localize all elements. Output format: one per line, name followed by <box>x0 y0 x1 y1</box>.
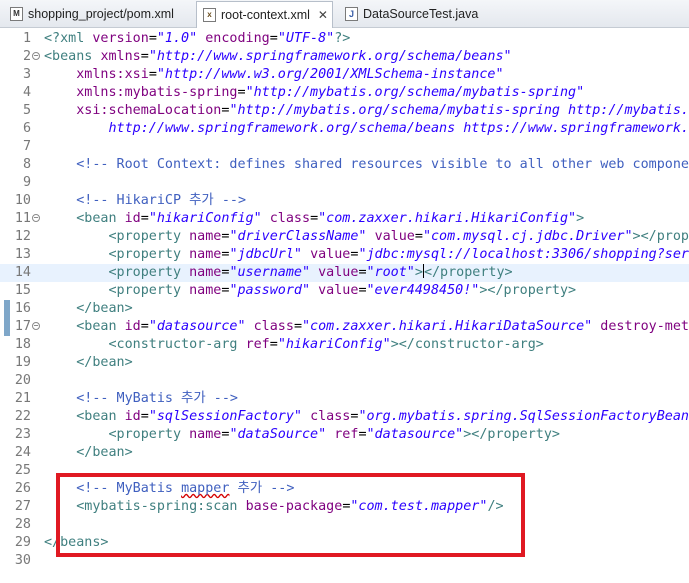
code-text: http://www.springframework.org/schema/be… <box>108 121 689 136</box>
line-number: 30 <box>14 553 31 568</box>
code-text: <bean id="hikariConfig" class="com.zaxxe… <box>76 211 585 226</box>
code-line-14[interactable]: 14 <property name="username" value="root… <box>0 264 689 282</box>
code-text: </bean> <box>76 355 133 370</box>
line-number: 6 <box>22 121 31 136</box>
line-number: 20 <box>14 373 31 388</box>
code-text: <!-- MyBatis 추가 --> <box>76 391 238 406</box>
code-line-16[interactable]: 16 </bean> <box>0 300 689 318</box>
code-line-23[interactable]: 23 <property name="dataSource" ref="data… <box>0 426 689 444</box>
code-line-11[interactable]: 11− <bean id="hikariConfig" class="com.z… <box>0 210 689 228</box>
code-text: <!-- Root Context: defines shared resour… <box>76 157 689 172</box>
code-line-20[interactable]: 20 <box>0 372 689 390</box>
code-line-12[interactable]: 12 <property name="driverClassName" valu… <box>0 228 689 246</box>
code-line-3[interactable]: 3 xmlns:xsi="http://www.w3.org/2001/XMLS… <box>0 66 689 84</box>
code-text: <property name="jdbcUrl" value="jdbc:mys… <box>108 247 689 262</box>
line-number: 15 <box>14 283 31 298</box>
line-number: 5 <box>22 103 31 118</box>
code-text: <property name="dataSource" ref="datasou… <box>108 427 561 442</box>
code-line-1[interactable]: 1 <?xml version="1.0" encoding="UTF-8"?> <box>0 30 689 48</box>
fold-collapse-icon[interactable]: − <box>32 214 40 222</box>
tab-label: shopping_project/pom.xml <box>28 6 174 21</box>
tab-root-context-xml[interactable]: x root-context.xml ✕ <box>196 1 333 28</box>
line-number: 19 <box>14 355 31 370</box>
red-highlight-box <box>56 473 525 557</box>
line-number: 11 <box>14 211 31 226</box>
maven-file-icon: M <box>10 6 23 21</box>
line-number: 1 <box>22 31 31 46</box>
line-number: 27 <box>14 499 31 514</box>
code-text: <property name="password" value="ever449… <box>108 283 577 298</box>
line-number: 4 <box>22 85 31 100</box>
code-line-10[interactable]: 10 <!-- HikariCP 추가 --> <box>0 192 689 210</box>
close-icon[interactable]: ✕ <box>318 8 328 22</box>
line-number: 24 <box>14 445 31 460</box>
code-line-5[interactable]: 5 xsi:schemaLocation="http://mybatis.org… <box>0 102 689 120</box>
line-number: 28 <box>14 517 31 532</box>
code-line-21[interactable]: 21 <!-- MyBatis 추가 --> <box>0 390 689 408</box>
xml-file-icon: x <box>203 8 216 22</box>
code-text: </bean> <box>76 301 133 316</box>
line-number: 13 <box>14 247 31 262</box>
line-number: 8 <box>22 157 31 172</box>
line-number: 23 <box>14 427 31 442</box>
editor-tab-bar: M shopping_project/pom.xml x root-contex… <box>0 0 689 28</box>
line-number: 29 <box>14 535 31 550</box>
line-number: 9 <box>22 175 31 190</box>
xml-editor[interactable]: 1 <?xml version="1.0" encoding="UTF-8"?> 2… <box>0 28 689 583</box>
line-number: 2 <box>22 49 31 64</box>
code-text: <constructor-arg ref="hikariConfig"></co… <box>108 337 544 352</box>
tab-label: root-context.xml <box>221 8 310 22</box>
tab-pom-xml[interactable]: M shopping_project/pom.xml <box>4 1 184 26</box>
code-text: <property name="driverClassName" value="… <box>108 229 689 244</box>
line-number: 10 <box>14 193 31 208</box>
code-line-2[interactable]: 2− <beans xmlns="http://www.springframewo… <box>0 48 689 66</box>
code-line-17[interactable]: 17− <bean id="datasource" class="com.zax… <box>0 318 689 336</box>
code-line-7[interactable]: 7 <box>0 138 689 156</box>
fold-collapse-icon[interactable]: − <box>32 52 40 60</box>
code-line-6[interactable]: 6 http://www.springframework.org/schema/… <box>0 120 689 138</box>
change-marker <box>4 318 10 336</box>
java-file-icon: J <box>345 6 358 21</box>
code-line-13[interactable]: 13 <property name="jdbcUrl" value="jdbc:… <box>0 246 689 264</box>
code-text: xsi:schemaLocation="http://mybatis.org/s… <box>76 103 689 118</box>
line-number: 25 <box>14 463 31 478</box>
line-number: 3 <box>22 67 31 82</box>
code-line-4[interactable]: 4 xmlns:mybatis-spring="http://mybatis.o… <box>0 84 689 102</box>
line-number: 7 <box>22 139 31 154</box>
fold-collapse-icon[interactable]: − <box>32 322 40 330</box>
code-text: <!-- HikariCP 추가 --> <box>76 193 247 208</box>
code-text: <bean id="sqlSessionFactory" class="org.… <box>76 409 689 424</box>
line-number: 21 <box>14 391 31 406</box>
code-text: <property name="username" value="root"><… <box>108 264 513 280</box>
tab-label: DataSourceTest.java <box>363 6 479 21</box>
code-line-18[interactable]: 18 <constructor-arg ref="hikariConfig"><… <box>0 336 689 354</box>
change-marker <box>4 300 10 318</box>
code-line-22[interactable]: 22 <bean id="sqlSessionFactory" class="o… <box>0 408 689 426</box>
code-text: <bean id="datasource" class="com.zaxxer.… <box>76 319 689 334</box>
code-text: </bean> <box>76 445 133 460</box>
line-number: 22 <box>14 409 31 424</box>
code-text: <beans xmlns="http://www.springframework… <box>44 49 512 64</box>
line-number: 26 <box>14 481 31 496</box>
code-line-19[interactable]: 19 </bean> <box>0 354 689 372</box>
code-text: xmlns:mybatis-spring="http://mybatis.org… <box>76 85 585 100</box>
code-line-15[interactable]: 15 <property name="password" value="ever… <box>0 282 689 300</box>
code-line-9[interactable]: 9 <box>0 174 689 192</box>
code-text: xmlns:xsi="http://www.w3.org/2001/XMLSch… <box>76 67 504 82</box>
code-line-8[interactable]: 8 <!-- Root Context: defines shared reso… <box>0 156 689 174</box>
line-number: 12 <box>14 229 31 244</box>
line-number: 14 <box>14 265 31 280</box>
line-number: 18 <box>14 337 31 352</box>
code-text: <?xml version="1.0" encoding="UTF-8"?> <box>44 31 351 46</box>
tab-datasourcetest-java[interactable]: J DataSourceTest.java <box>339 1 499 26</box>
code-line-24[interactable]: 24 </bean> <box>0 444 689 462</box>
